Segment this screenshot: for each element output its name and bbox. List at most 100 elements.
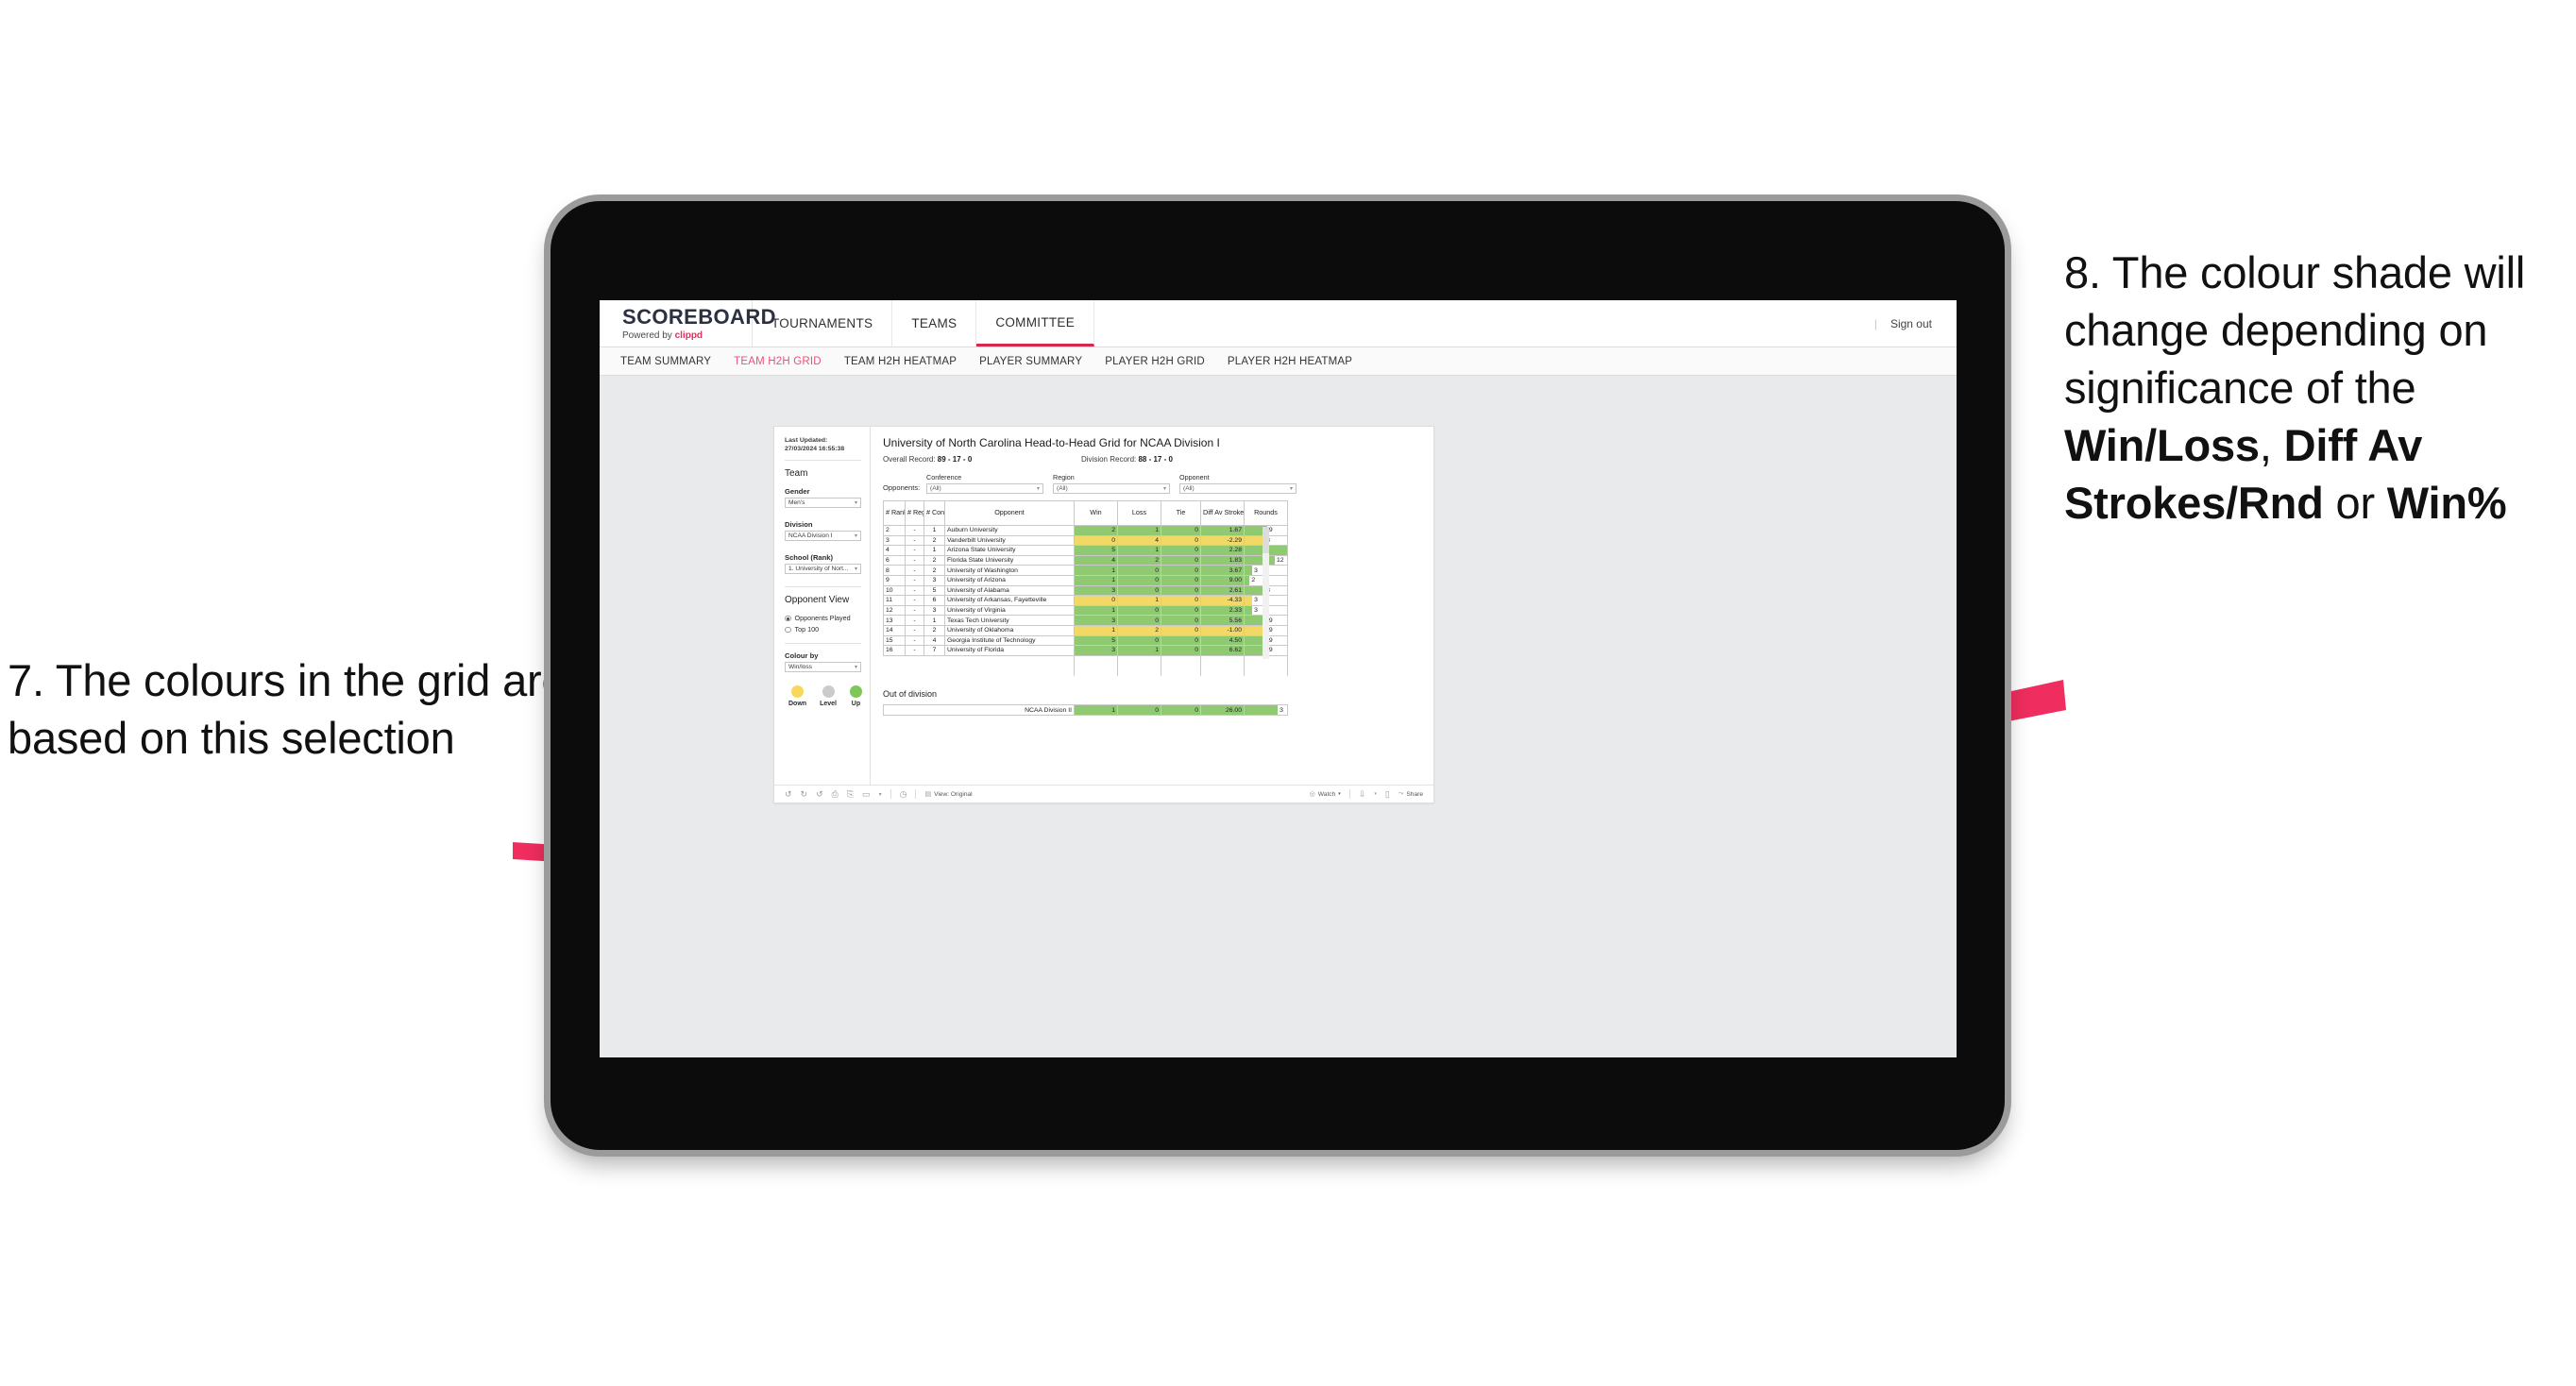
chevron-down-icon[interactable]: ▾ [879,791,882,798]
ood-cell-loss: 0 [1117,704,1161,717]
subnav-item-player-h2h-heatmap[interactable]: PLAYER H2H HEATMAP [1228,356,1352,367]
division-record: Division Record: 88 - 17 - 0 [1081,455,1173,464]
chevron-down-icon: ▾ [1036,486,1040,492]
table-row[interactable]: 13-1 Texas Tech University 3 0 0 5.56 9 [883,615,1288,626]
subnav-item-team-h2h-heatmap[interactable]: TEAM H2H HEATMAP [844,356,957,367]
cell-tie: 0 [1161,554,1201,566]
download-icon[interactable]: ⇩ [1359,789,1366,800]
col-rounds[interactable]: Rounds [1244,500,1288,526]
revert-icon[interactable]: ↺ [816,789,823,800]
topnav-item-teams[interactable]: TEAMS [892,300,977,346]
division-select[interactable]: NCAA Division I ▾ [785,531,861,542]
cell-reg: - [905,645,924,656]
chevron-down-icon[interactable]: ▾ [1374,791,1377,797]
scrollbar-thumb[interactable] [1263,527,1269,553]
cell-diff: 1.67 [1200,525,1245,536]
pause-updates-icon[interactable]: ⎘ [847,789,854,800]
refresh-data-icon[interactable]: ⎙ [832,789,839,800]
shape-icon[interactable]: ▭ [862,789,871,800]
col-rank-label: # Rank [886,508,905,517]
topnav-item-tournaments[interactable]: TOURNAMENTS [753,300,893,346]
page-title: University of North Carolina Head-to-Hea… [883,436,1220,449]
table-row[interactable]: 9-3 University of Arizona 1 0 0 9.00 2 [883,574,1288,586]
cell-reg: - [905,615,924,626]
filter-opponent-select[interactable]: (All) ▾ [1179,483,1296,494]
topnav-item-committee[interactable]: COMMITTEE [976,300,1095,346]
table-row[interactable]: 4-1Arizona State University5102.2817 [883,545,1288,556]
cell-opponent: University of Florida [944,645,1075,656]
col-win[interactable]: Win [1074,500,1118,526]
table-row[interactable]: 8-2 University of Washington 1 0 0 3.67 3 [883,565,1288,576]
rounds-value: 17 [1287,547,1288,553]
filter-region-select[interactable]: (All) ▾ [1053,483,1170,494]
subnav-item-team-h2h-grid[interactable]: TEAM H2H GRID [734,356,822,367]
cell-rank: 16 [883,645,906,656]
col-conf[interactable]: # Conf [924,500,945,526]
radio-opponents-played[interactable]: Opponents Played [785,614,861,622]
colour-legend: Down Level Up [785,685,862,707]
cell-diff: 1.83 [1200,554,1245,566]
h2h-table-wrapper: # Rank # Reg # Conf Opponent Win Loss Ti… [883,500,1288,677]
table-blank-row [883,654,1288,677]
cell-diff: -2.29 [1200,534,1245,547]
gender-select[interactable]: Men's ▾ [785,498,861,509]
table-row[interactable]: 12-3 University of Virginia 1 0 0 2.33 3 [883,604,1288,617]
table-row[interactable]: 11-6 University of Arkansas, Fayetteville… [883,595,1288,606]
overall-record: Overall Record: 89 - 17 - 0 [883,455,1081,464]
watch-button[interactable]: ◎ Watch ▾ [1310,790,1341,799]
device-preview-icon[interactable]: ▯ [1385,789,1390,800]
sign-out-link[interactable]: Sign out [1890,317,1932,330]
col-opponent[interactable]: Opponent [944,500,1075,526]
annotation-right-lead: 8. The colour shade will change dependin… [2064,247,2526,414]
col-reg[interactable]: # Reg [905,500,924,526]
table-row[interactable]: 16-7 University of Florida 3 1 0 6.62 9 [883,645,1288,656]
rounds-bar [1245,705,1279,716]
table-vertical-scrollbar[interactable] [1263,527,1269,659]
cell-loss: 0 [1117,584,1161,597]
view-icon: ▤ [924,791,932,798]
brand-tagline: Powered by clippd [622,330,752,341]
cell-rank: 12 [883,604,906,617]
subnav-item-player-summary[interactable]: PLAYER SUMMARY [979,356,1082,367]
col-rank[interactable]: # Rank [883,500,906,526]
subnav-item-player-h2h-grid[interactable]: PLAYER H2H GRID [1105,356,1205,367]
table-row[interactable]: 14-2 University of Oklahoma 1 2 0 -1.00 9 [883,624,1288,636]
cell-reg: - [905,624,924,636]
cell-win: 3 [1074,584,1118,597]
annotation-right: 8. The colour shade will change dependin… [2064,244,2576,532]
share-button[interactable]: ⤳ Share [1398,790,1423,798]
table-row[interactable]: 2-1 Auburn University 2 1 0 1.67 9 [883,525,1288,536]
filter-conference-select[interactable]: (All) ▾ [926,483,1043,494]
rounds-value: 3 [1254,597,1258,604]
annotation-left-text: 7. The colours in the grid are based on … [8,655,567,764]
annotation-right-mid2: or [2323,478,2387,529]
cell-loss: 0 [1117,634,1161,647]
cell-opponent: Vanderbilt University [944,534,1075,547]
clock-icon[interactable]: ◷ [900,789,907,800]
redo-icon[interactable]: ↻ [801,789,808,800]
colour-by-select[interactable]: Win/loss ▾ [785,662,861,673]
cell-tie: 0 [1161,545,1201,556]
school-rank-select[interactable]: 1. University of Nort... ▾ [785,564,861,575]
table-row[interactable]: 10-5University of Alabama3002.618 [883,584,1288,597]
subnav-item-team-summary[interactable]: TEAM SUMMARY [620,356,711,367]
out-of-division-row[interactable]: NCAA Division II 1 0 0 26.00 3 [883,704,1288,717]
table-row[interactable]: 15-4 Georgia Institute of Technology 5 0 0 4.… [883,634,1288,647]
table-row[interactable]: 3-2Vanderbilt University040-2.298 [883,534,1288,547]
col-loss[interactable]: Loss [1117,500,1161,526]
rounds-bar [1245,586,1265,595]
brand-clippd: clippd [674,330,703,341]
table-head: # Rank # Reg # Conf Opponent Win Loss Ti… [883,500,1288,526]
col-diff[interactable]: Diff Av Strokes/Rnd [1200,500,1245,526]
app-top-bar: SCOREBOARD Powered by clippd TOURNAMENTS… [600,300,1957,347]
legend-dot-level [822,685,835,699]
undo-icon[interactable]: ↺ [785,789,792,800]
view-original-button[interactable]: ▤ View: Original [924,790,972,799]
col-tie[interactable]: Tie [1161,500,1201,526]
blank-loss [1117,654,1161,677]
table-row[interactable]: 6-2 Florida State University 4 2 0 1.83 12 [883,554,1288,566]
radio-top-100[interactable]: Top 100 [785,625,861,634]
rounds-bar [1245,556,1275,565]
cell-opponent: University of Arkansas, Fayetteville [944,595,1075,606]
annotation-left: 7. The colours in the grid are based on … [8,651,574,767]
